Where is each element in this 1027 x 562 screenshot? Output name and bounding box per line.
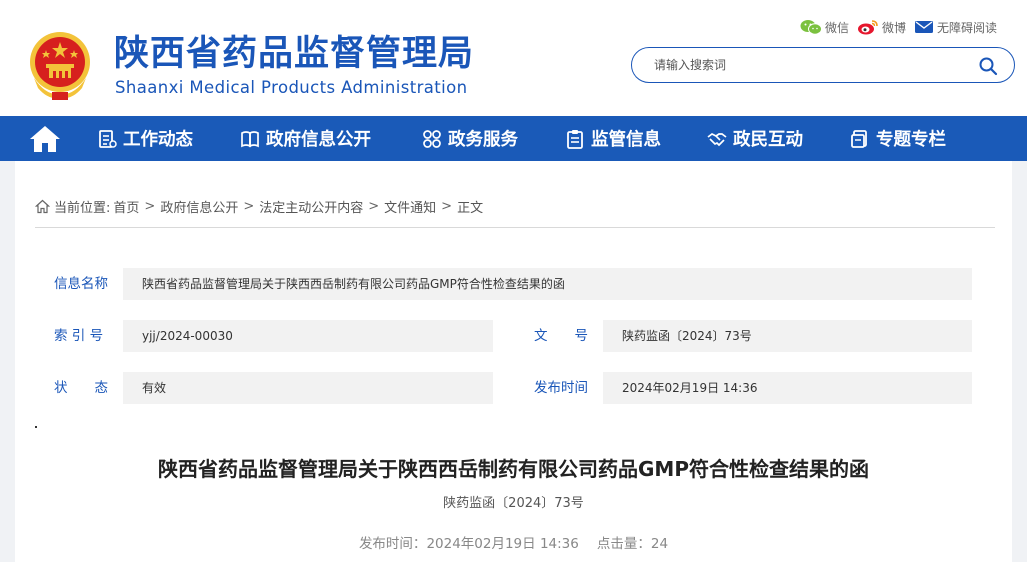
nav-item-gov-info[interactable]: 政府信息公开 [240, 116, 371, 161]
handshake-icon [707, 132, 727, 146]
nav-item-interaction[interactable]: 政民互动 [707, 116, 803, 161]
hits-value: 24 [650, 536, 669, 552]
info-name-label: 信息名称 [54, 276, 108, 292]
breadcrumb-item-statutory[interactable]: 法定主动公开内容 [259, 197, 363, 216]
main-nav: 工作动态 政府信息公开 政务服务 监管信息 政民互动 专题专栏 [0, 116, 1027, 161]
clipboard-icon [567, 129, 583, 149]
breadcrumb-separator: > [441, 198, 453, 214]
nav-item-work-news[interactable]: 工作动态 [97, 116, 193, 161]
wechat-icon [800, 20, 822, 35]
info-docno-label: 文 号 [534, 328, 588, 344]
nav-item-label: 专题专栏 [876, 130, 946, 150]
article-meta: 发布时间：2024年02月19日 14:36 点击量：24 [15, 534, 1012, 554]
article-doc-number: 陕药监函〔2024〕73号 [443, 496, 584, 511]
stray-dot [35, 426, 37, 428]
nav-item-label: 政务服务 [448, 130, 518, 150]
document-list-icon [99, 129, 117, 148]
breadcrumb-separator: > [368, 198, 380, 214]
publish-time-value: 2024年02月19日 14:36 [426, 536, 579, 552]
content-panel: 当前位置: 首页 > 政府信息公开 > 法定主动公开内容 > 文件通知 > 正文… [15, 161, 1012, 562]
nav-item-supervision[interactable]: 监管信息 [565, 116, 661, 161]
book-icon [241, 130, 259, 147]
home-icon[interactable] [28, 123, 62, 155]
top-links: 微信 微博 无障碍阅读 [800, 17, 1005, 37]
accessibility-label: 无障碍阅读 [937, 20, 998, 35]
search-icon[interactable] [978, 56, 998, 76]
breadcrumb: 当前位置: 首页 > 政府信息公开 > 法定主动公开内容 > 文件通知 > 正文 [35, 197, 484, 216]
breadcrumb-separator: > [144, 198, 156, 214]
article-title: 陕西省药品监督管理局关于陕西西岳制药有限公司药品GMP符合性检查结果的函 [158, 457, 869, 481]
nav-item-label: 监管信息 [591, 130, 661, 150]
weibo-label: 微博 [882, 20, 907, 35]
search-box [631, 47, 1015, 83]
breadcrumb-item-home[interactable]: 首页 [113, 197, 139, 216]
nav-item-label: 工作动态 [123, 130, 193, 150]
wechat-label: 微信 [825, 20, 850, 35]
site-subtitle: Shaanxi Medical Products Administration [115, 78, 468, 97]
grid-rings-icon [423, 129, 441, 148]
info-name-value: 陕西省药品监督管理局关于陕西西岳制药有限公司药品GMP符合性检查结果的函 [123, 268, 972, 300]
breadcrumb-separator: > [243, 198, 255, 214]
breadcrumb-divider [35, 227, 995, 228]
nav-item-special[interactable]: 专题专栏 [850, 116, 946, 161]
folder-icon [851, 129, 867, 148]
info-status-label: 状 态 [54, 380, 108, 396]
info-index-value: yjj/2024-00030 [123, 320, 493, 352]
hits-label: 点击量： [596, 536, 651, 552]
accessibility-link[interactable]: 无障碍阅读 [914, 19, 997, 36]
breadcrumb-item-current: 正文 [457, 200, 484, 216]
search-input[interactable] [654, 55, 974, 75]
home-outline-icon [35, 199, 50, 213]
site-title: 陕西省药品监督管理局 [114, 34, 475, 74]
nav-item-label: 政民互动 [733, 130, 803, 150]
breadcrumb-item-gov-info[interactable]: 政府信息公开 [160, 197, 238, 216]
breadcrumb-prefix: 当前位置: [54, 200, 111, 216]
info-docno-value: 陕药监函〔2024〕73号 [603, 320, 972, 352]
publish-time-label: 发布时间： [358, 536, 427, 552]
weibo-link[interactable]: 微博 [857, 19, 906, 36]
info-date-value: 2024年02月19日 14:36 [603, 372, 972, 404]
nav-item-label: 政府信息公开 [266, 130, 371, 150]
info-index-label: 索 引 号 [54, 328, 104, 344]
weibo-icon [858, 20, 878, 35]
site-header: 陕西省药品监督管理局 Shaanxi Medical Products Admi… [0, 0, 1027, 116]
mail-icon [915, 21, 934, 33]
info-status-value: 有效 [123, 372, 493, 404]
nav-item-gov-service[interactable]: 政务服务 [422, 116, 518, 161]
wechat-link[interactable]: 微信 [800, 19, 849, 36]
breadcrumb-item-notices[interactable]: 文件通知 [384, 197, 436, 216]
national-emblem-icon [30, 32, 90, 100]
info-date-label: 发布时间 [534, 380, 588, 396]
